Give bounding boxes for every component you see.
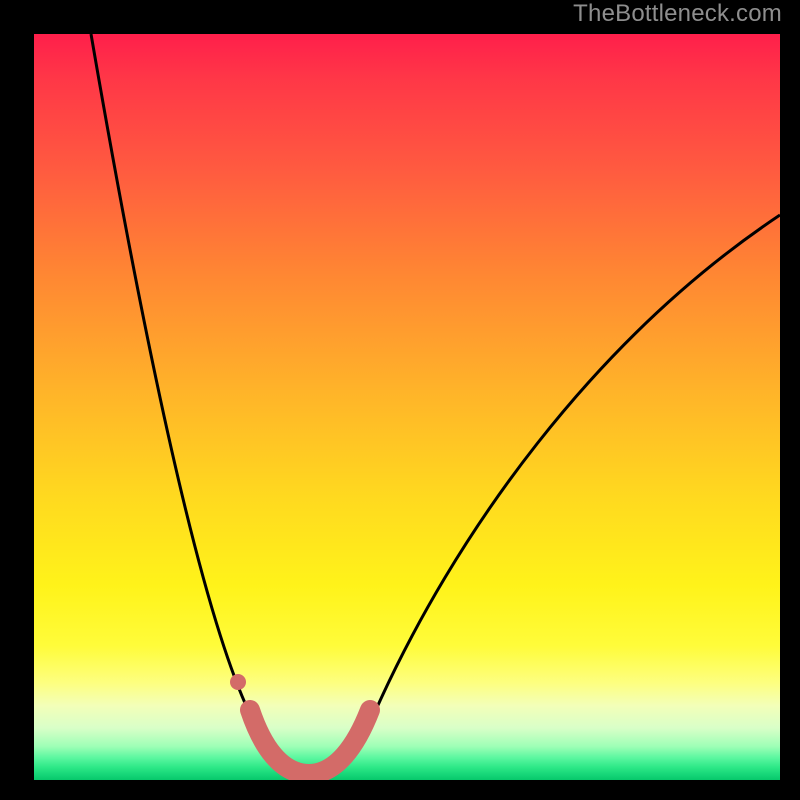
chart-frame: TheBottleneck.com bbox=[0, 0, 800, 800]
plot-area bbox=[34, 34, 780, 780]
optimal-band bbox=[250, 710, 370, 774]
watermark-text: TheBottleneck.com bbox=[573, 0, 782, 28]
curve-layer bbox=[34, 34, 780, 780]
bottleneck-curve bbox=[91, 34, 780, 779]
optimal-dot bbox=[230, 674, 246, 690]
